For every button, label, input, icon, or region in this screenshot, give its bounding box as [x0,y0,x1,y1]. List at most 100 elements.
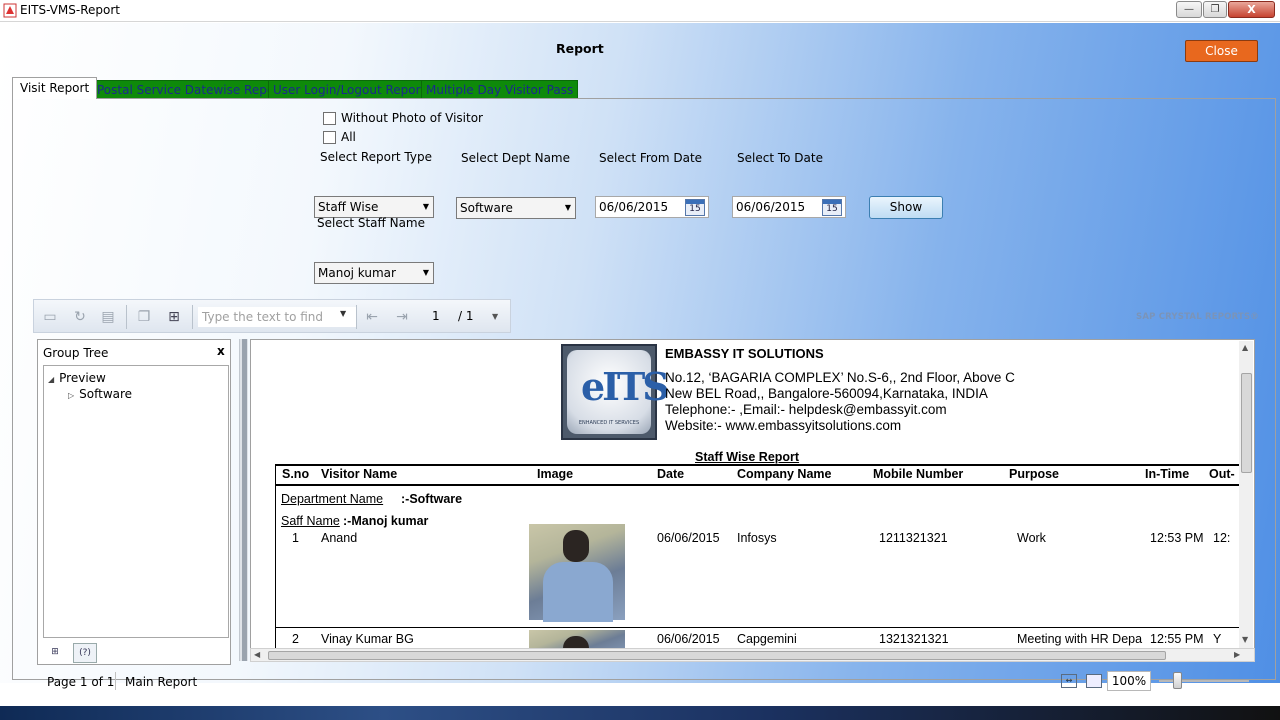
column-header-company: Company Name [737,467,832,481]
scroll-right-icon[interactable]: ▶ [1234,650,1240,659]
cell-visitor-name: Vinay Kumar BG [321,632,414,646]
table-left-border [275,464,276,648]
horizontal-scrollbar[interactable]: ◀ ▶ [250,648,1255,662]
report-title: Staff Wise Report [695,450,800,464]
report-type-select[interactable]: Staff Wise ▼ [314,196,434,218]
chevron-down-icon[interactable]: ▼ [340,309,346,318]
group-tree-title: Group Tree [43,346,109,360]
scroll-up-icon[interactable]: ▲ [1242,343,1248,352]
chevron-down-icon: ▼ [564,203,571,212]
website-line: Website:- www.embassyitsolutions.com [665,418,902,433]
scroll-down-icon[interactable]: ▼ [1242,635,1248,644]
cell-mobile: 1211321321 [879,531,948,545]
zoom-level-input[interactable]: 100% [1107,671,1151,691]
staff-value: :-Manoj kumar [343,514,429,528]
tree-node-label: Preview [59,371,106,385]
expanded-triangle-icon[interactable]: ◢ [48,375,54,384]
show-button[interactable]: Show [869,196,943,219]
tree-panel-buttons: ⊞ (?) [43,643,123,663]
tab-user-login-logout-report[interactable]: User Login/Logout Report [268,80,431,99]
goto-page-icon[interactable]: ⇥ [392,309,412,326]
window-close-button[interactable]: X [1228,1,1275,18]
vertical-scrollbar[interactable]: ▲ ▼ [1239,341,1253,648]
header-rule-top [275,464,1245,466]
toolbar-separator [356,305,357,329]
maximize-button[interactable]: ❐ [1203,1,1227,18]
page-title: Report [556,41,604,56]
minimize-button[interactable]: — [1176,1,1202,18]
cell-sno: 2 [292,632,299,646]
tab-postal-service-report[interactable]: Postal Service Datewise Report [92,80,289,99]
address-line-1: No.12, ‘BAGARIA COMPLEX’ No.S-6,, 2nd Fl… [665,370,1015,385]
to-date-picker[interactable]: 06/06/2015 15 [732,196,846,218]
to-date-value: 06/06/2015 [736,200,806,214]
staff-label: Saff Name [281,514,340,528]
close-button[interactable]: Close [1185,40,1258,62]
collapsed-triangle-icon[interactable]: ▷ [68,391,74,400]
checkbox-box[interactable] [323,111,336,125]
tab-page-visit-report: Without Photo of Visitor All Select Repo… [12,98,1276,691]
dept-select[interactable]: Software ▼ [456,197,576,219]
cell-out-time: Y [1213,632,1222,646]
tab-multiple-day-visitor-pass[interactable]: Multiple Day Visitor Pass [421,80,579,99]
export-icon[interactable]: ▤ [98,309,118,326]
group-tree-close-button[interactable]: x [217,344,225,358]
column-header-visitor-name: Visitor Name [321,467,398,481]
header-rule-bottom [275,484,1245,486]
calendar-icon[interactable]: 15 [685,199,705,216]
refresh-icon[interactable]: ↻ [70,309,90,326]
report-viewer-toolbar: ▭ ↻ ▤ ❐ ⊞ Type the text to find ▼ ⇤ ⇥ 1 … [33,299,511,333]
fit-page-icon[interactable] [1086,674,1102,688]
chevron-down-icon: ▼ [422,268,429,277]
app-icon [3,3,17,18]
chevron-down-icon: ▼ [422,202,429,211]
column-header-mobile: Mobile Number [873,467,964,481]
cell-company: Capgemini [737,632,797,646]
cell-purpose: Work [1017,531,1046,545]
company-name: EMBASSY IT SOLUTIONS [665,346,824,361]
column-header-out-time: Out- [1209,467,1235,481]
fit-width-icon[interactable]: ↔ [1061,674,1077,688]
without-photo-checkbox[interactable]: Without Photo of Visitor [323,111,483,125]
from-date-value: 06/06/2015 [599,200,669,214]
address-line-2: New BEL Road,, Bangalore-560094,Karnatak… [665,386,988,401]
tree-node-preview[interactable]: ◢ Preview [48,371,106,385]
current-page-input[interactable]: 1 [432,309,440,323]
total-pages: / 1 [458,309,474,323]
visitor-photo [529,524,625,622]
logo-tagline: ENHANCED IT SERVICES [578,420,640,426]
logo-mark: eITS [581,364,670,409]
print-icon[interactable]: ▭ [40,309,60,326]
company-logo: eITS ENHANCED IT SERVICES [561,344,670,440]
group-tree-icon[interactable]: ⊞ [43,643,67,663]
all-label: All [341,130,356,144]
scroll-left-icon[interactable]: ◀ [254,650,260,659]
checkbox-box[interactable] [323,130,336,144]
staff-name-select[interactable]: Manoj kumar ▼ [314,262,434,284]
group-tree-toggle-icon[interactable]: ⊞ [164,309,184,326]
dept-value: Software [460,201,513,215]
status-main-report: Main Report [125,675,198,689]
from-date-picker[interactable]: 06/06/2015 15 [595,196,709,218]
panel-splitter[interactable] [239,339,248,661]
copy-icon[interactable]: ❐ [134,309,154,326]
calendar-icon[interactable]: 15 [822,199,842,216]
crystal-reports-logo: SAP CRYSTAL REPORTS® [1136,312,1259,322]
report-type-label: Select Report Type [320,150,432,164]
parameters-icon[interactable]: (?) [73,643,97,663]
vertical-scroll-thumb[interactable] [1241,373,1252,473]
column-header-sno: S.no [282,467,310,481]
horizontal-scroll-thumb[interactable] [268,651,1166,660]
cell-mobile: 1321321321 [879,632,949,646]
tab-visit-report[interactable]: Visit Report [12,77,98,99]
app-window: EITS-VMS-Report — ❐ X Report Close Visit… [0,0,1280,706]
zoom-slider-thumb[interactable] [1173,672,1182,689]
chevron-down-icon[interactable]: ▼ [492,312,498,321]
cell-in-time: 12:53 PM [1150,531,1204,545]
tree-node-software[interactable]: ▷ Software [68,387,132,401]
group-tree: ◢ Preview ▷ Software [43,365,229,638]
window-title: EITS-VMS-Report [20,3,120,17]
goto-first-page-icon[interactable]: ⇤ [362,309,382,326]
find-text-input[interactable]: Type the text to find [198,307,357,327]
all-checkbox[interactable]: All [323,130,356,144]
